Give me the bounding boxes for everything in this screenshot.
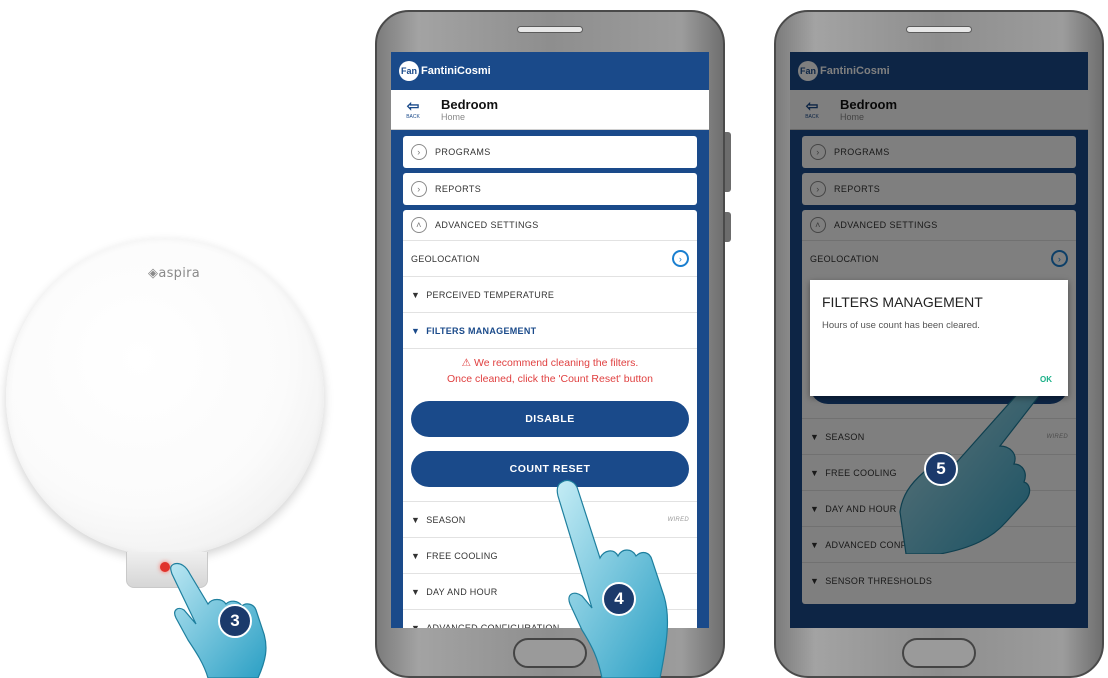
step-badge-4: 4 — [602, 582, 636, 616]
menu-item-advanced-settings[interactable]: ˄ADVANCED SETTINGS — [403, 210, 697, 240]
step-badge-5: 5 — [924, 452, 958, 486]
chevron-down-icon: ▼ — [411, 289, 421, 300]
back-icon: ⇦ — [406, 97, 420, 115]
menu-item-programs[interactable]: ›PROGRAMS — [403, 136, 697, 168]
step-badge-3: 3 — [218, 604, 252, 638]
phone-screen: FanFantiniCosmi ⇦ BACK Bedroom Home ›PRO… — [790, 52, 1088, 628]
dialog-ok-button[interactable]: OK — [1040, 375, 1052, 384]
row-geolocation[interactable]: GEOLOCATION › — [403, 240, 697, 276]
app-header: FanFantiniCosmi — [391, 52, 709, 90]
aspira-logo: ◈aspira — [148, 266, 201, 281]
chevron-up-icon: ˄ — [411, 217, 427, 233]
chevron-down-icon: ▼ — [411, 586, 421, 597]
room-name: Bedroom — [441, 97, 499, 112]
phone-earpiece — [517, 26, 583, 33]
aspira-device — [6, 238, 324, 556]
chevron-down-icon: ▼ — [411, 325, 421, 336]
chevron-right-icon: › — [411, 181, 427, 197]
room-bar: ⇦ BACK Bedroom Home — [391, 90, 709, 130]
row-filters-management[interactable]: ▼ FILTERS MANAGEMENT — [403, 312, 697, 348]
phone-side-button — [725, 212, 731, 242]
chevron-down-icon: ▼ — [411, 514, 421, 525]
room-subtitle: Home — [441, 112, 466, 122]
filters-dialog: FILTERS MANAGEMENT Hours of use count ha… — [810, 280, 1068, 396]
phone-side-button — [725, 132, 731, 192]
dialog-title: FILTERS MANAGEMENT — [822, 294, 983, 310]
pointing-hand-icon — [556, 479, 669, 678]
disable-button[interactable]: DISABLE — [411, 401, 689, 437]
fantinicosmi-logo: FanFantiniCosmi — [399, 61, 491, 81]
back-button[interactable]: ⇦ BACK — [401, 97, 425, 120]
phone-confirmation: FanFantiniCosmi ⇦ BACK Bedroom Home ›PRO… — [774, 10, 1104, 678]
chevron-down-icon: ▼ — [411, 622, 421, 629]
chevron-right-icon: › — [411, 144, 427, 160]
phone-earpiece — [906, 26, 972, 33]
menu-item-reports[interactable]: ›REPORTS — [403, 173, 697, 205]
row-perceived-temperature[interactable]: ▼ PERCEIVED TEMPERATURE — [403, 276, 697, 312]
chevron-right-icon: › — [672, 250, 689, 267]
warning-icon: ⚠ — [461, 357, 472, 369]
filter-warning: ⚠ We recommend cleaning the filters. Onc… — [403, 348, 697, 397]
phone-home-button — [902, 638, 976, 668]
dialog-message: Hours of use count has been cleared. — [822, 320, 980, 331]
chevron-down-icon: ▼ — [411, 550, 421, 561]
